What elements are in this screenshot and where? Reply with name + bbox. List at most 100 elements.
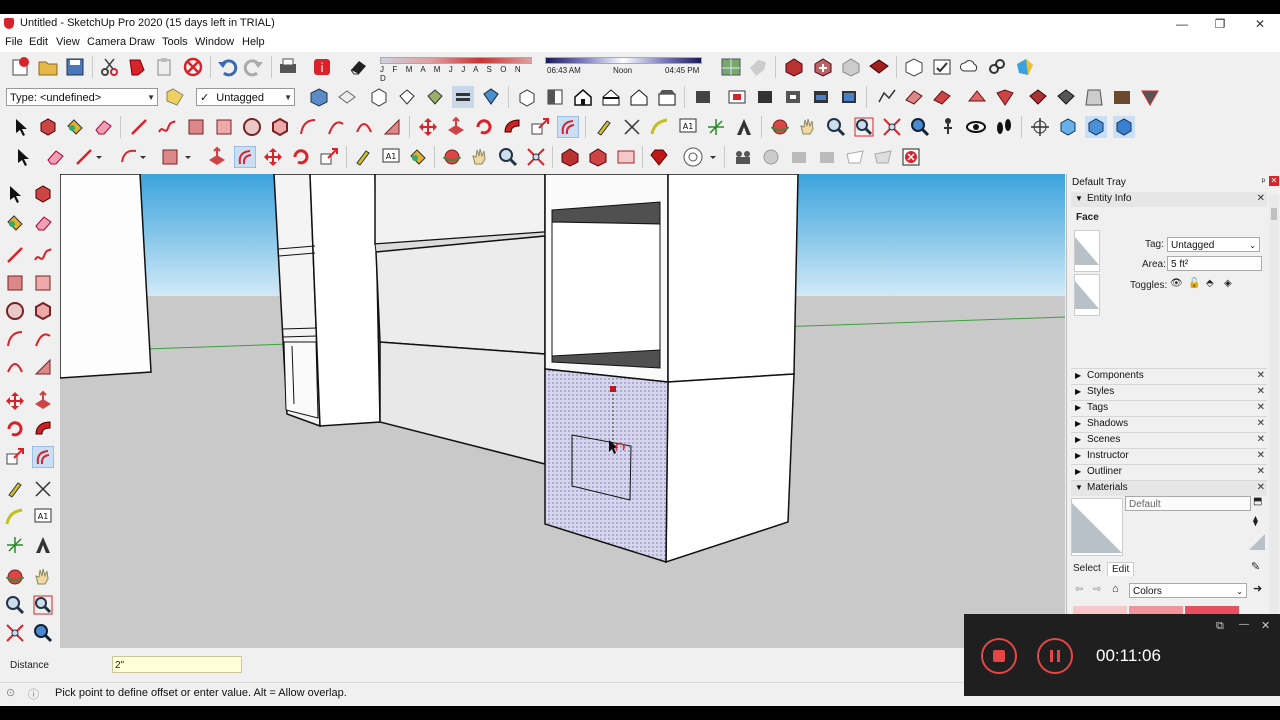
arc-icon[interactable]	[297, 116, 319, 141]
tray-scrollbar[interactable]	[1269, 194, 1279, 634]
section-blue-icon[interactable]	[838, 86, 860, 111]
back-arrow-icon[interactable]: ⇦	[1075, 584, 1083, 595]
sandbox-stamp-icon[interactable]	[966, 86, 988, 111]
print-icon[interactable]	[277, 56, 299, 81]
sandbox-flip-icon[interactable]	[1055, 86, 1077, 111]
three-point-arc-left-icon[interactable]	[4, 356, 26, 381]
erase-delete-icon[interactable]	[182, 56, 204, 81]
iso-view-icon[interactable]	[308, 86, 330, 111]
display-section-icon[interactable]	[1057, 116, 1079, 141]
back-material-swatch[interactable]	[1074, 274, 1100, 316]
freehand-left-icon[interactable]	[32, 244, 54, 269]
push-pull-icon[interactable]	[445, 116, 467, 141]
terrain-toggle-icon[interactable]	[1139, 86, 1161, 111]
menu-view[interactable]: View	[56, 36, 80, 48]
add-location-icon[interactable]	[1014, 56, 1036, 81]
previous-view-left-icon[interactable]	[32, 622, 54, 647]
wireframe-style-icon[interactable]	[396, 86, 418, 111]
zoom-window-icon[interactable]	[853, 116, 875, 141]
ruby-console-icon[interactable]	[648, 146, 670, 171]
trimble-link-icon[interactable]	[986, 56, 1008, 81]
scene-add-icon[interactable]	[788, 146, 810, 171]
protractor-icon[interactable]	[649, 116, 671, 141]
push-pull-2-icon[interactable]	[206, 146, 228, 171]
scale-left-icon[interactable]	[4, 446, 26, 471]
menu-tools[interactable]: Tools	[162, 36, 188, 48]
materials-select-tab[interactable]: Select	[1073, 563, 1101, 574]
orbit-icon[interactable]	[769, 116, 791, 141]
panel-tags[interactable]: ▶ Tags ✕	[1071, 400, 1267, 416]
warehouse-2-icon[interactable]	[559, 146, 581, 171]
orbit-2-icon[interactable]	[441, 146, 463, 171]
panel-outliner[interactable]: ▶ Outliner ✕	[1071, 464, 1267, 480]
layout-2-icon[interactable]	[615, 146, 637, 171]
undo-icon[interactable]	[216, 56, 238, 81]
panel-close-icon[interactable]: ✕	[1257, 193, 1265, 204]
offset-left-active-icon[interactable]	[31, 445, 55, 471]
offset-tool-active-icon[interactable]	[556, 115, 580, 141]
right-view-icon[interactable]	[600, 86, 622, 111]
monochrome-style-icon[interactable]	[480, 86, 502, 111]
zoom-icon[interactable]	[825, 116, 847, 141]
arc-left-icon[interactable]	[4, 328, 26, 353]
follow-me-icon[interactable]	[501, 116, 523, 141]
scene-camera-icon[interactable]	[732, 146, 754, 171]
menu-draw[interactable]: Draw	[129, 36, 155, 48]
paint-bucket-left-icon[interactable]	[4, 212, 26, 237]
circle-icon[interactable]	[241, 116, 263, 141]
panel-styles[interactable]: ▶ Styles ✕	[1071, 384, 1267, 400]
walk-icon[interactable]	[993, 116, 1015, 141]
zoom-extents-left-icon[interactable]	[4, 622, 26, 647]
select-tool-left-icon[interactable]	[4, 183, 26, 208]
make-component-left-icon[interactable]	[32, 183, 54, 208]
unlock-icon[interactable]: 🔓	[1188, 278, 1200, 289]
hidden-line-style-icon[interactable]	[424, 86, 446, 111]
iso-camera-icon[interactable]	[516, 86, 538, 111]
materials-edit-tab[interactable]: Edit	[1107, 562, 1135, 576]
select-tool-2-icon[interactable]	[12, 146, 34, 171]
minimize-button[interactable]: —	[1162, 14, 1202, 34]
3d-text-left-icon[interactable]	[32, 534, 54, 559]
warehouse-icon[interactable]	[783, 56, 805, 81]
close-button[interactable]: ✕	[1240, 14, 1280, 34]
copy-icon[interactable]	[126, 56, 148, 81]
tape-measure-left-icon[interactable]	[4, 478, 26, 503]
menu-camera[interactable]: Camera	[87, 36, 126, 48]
text-2-icon[interactable]: A1	[380, 146, 402, 171]
3d-viewport[interactable]	[60, 174, 1065, 648]
eyedropper-icon[interactable]: ✎	[1251, 560, 1260, 573]
cut-icon[interactable]	[99, 56, 121, 81]
geo-location-icon[interactable]	[720, 56, 742, 81]
extension-manager-icon[interactable]	[931, 56, 953, 81]
panel-shadows[interactable]: ▶ Shadows ✕	[1071, 416, 1267, 432]
zoom-extents-icon[interactable]	[881, 116, 903, 141]
eraser-2-icon[interactable]	[44, 146, 66, 171]
material-name-field[interactable]: Default	[1125, 496, 1251, 511]
restore-button[interactable]: ❐	[1200, 14, 1240, 34]
pin-icon[interactable]: ᵖ	[1262, 176, 1265, 186]
visible-eye-icon[interactable]: 👁	[1170, 278, 1183, 289]
panel-close-icon[interactable]: ✕	[1257, 434, 1265, 445]
vcb-input[interactable]: 2"	[112, 656, 242, 673]
rotate-icon[interactable]	[473, 116, 495, 141]
rotate-left-icon[interactable]	[4, 418, 26, 443]
polygon-left-icon[interactable]	[32, 300, 54, 325]
scene-delete-icon[interactable]	[900, 146, 922, 171]
shadow-time-slider[interactable]: 06:43 AM Noon 04:45 PM	[545, 55, 703, 79]
stop-recording-button[interactable]	[981, 638, 1017, 674]
arc-dropdown-icon[interactable]	[118, 146, 148, 171]
zoom-2-icon[interactable]	[497, 146, 519, 171]
panel-components[interactable]: ▶ Components ✕	[1071, 368, 1267, 384]
rectangle-left-icon[interactable]	[4, 272, 26, 297]
top-view-icon[interactable]	[336, 86, 358, 111]
popout-icon[interactable]: ⧉	[1216, 620, 1224, 633]
sandbox-mesh-icon[interactable]	[1083, 86, 1105, 111]
axes-tool-icon[interactable]	[705, 116, 727, 141]
move-tool-icon[interactable]	[417, 116, 439, 141]
eraser-style-icon[interactable]	[347, 56, 369, 81]
3d-text-icon[interactable]	[733, 116, 755, 141]
circle-left-icon[interactable]	[4, 300, 26, 325]
menu-edit[interactable]: Edit	[29, 36, 48, 48]
text-tool-icon[interactable]: A1	[677, 116, 699, 141]
pie-icon[interactable]	[381, 116, 403, 141]
